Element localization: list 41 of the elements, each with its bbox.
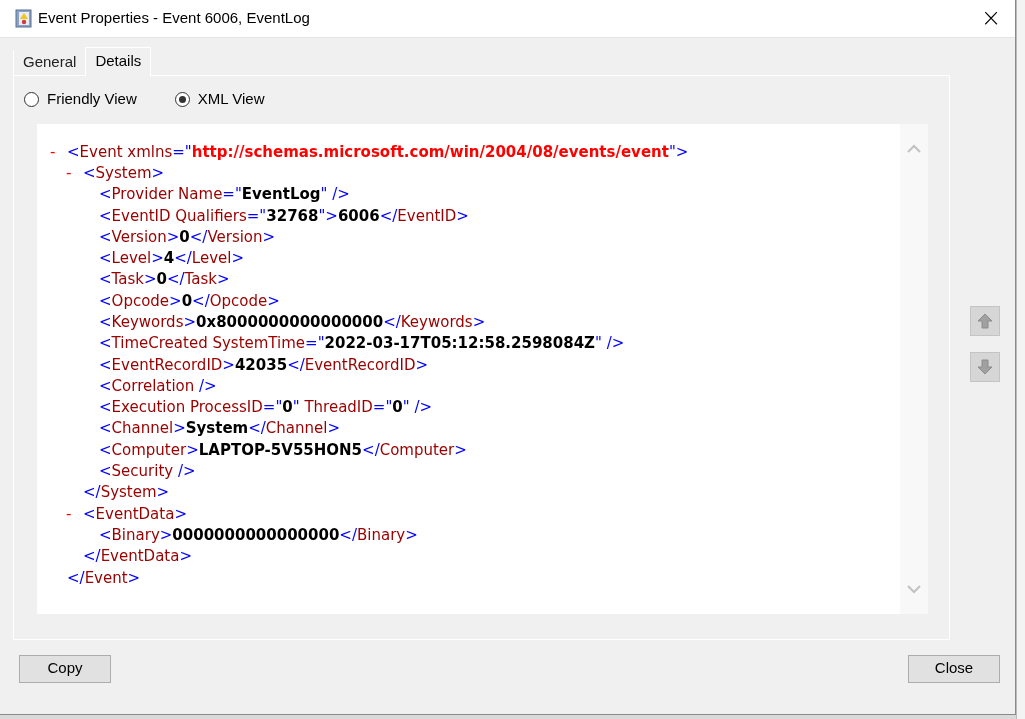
xml-line: <Keywords>0x8000000000000000</Keywords> (99, 312, 486, 333)
collapse-toggle[interactable]: - (66, 503, 83, 525)
xml-line: <Computer>LAPTOP-5V55HON5</Computer> (99, 439, 467, 461)
xml-line: <Correlation /> (99, 375, 217, 397)
xml-line: <Opcode>0</Opcode> (99, 290, 280, 312)
move-up-button[interactable] (970, 305, 1000, 336)
collapse-toggle[interactable]: - (50, 141, 67, 163)
xml-line: </System> (83, 482, 170, 504)
dialog-button[interactable]: Copy (19, 654, 111, 683)
xml-line: <Binary>0000000000000000</Binary> (99, 524, 418, 546)
xml-line: <Event xmlns="http://schemas.microsoft.com/win/2004/08/events/event"> (67, 141, 689, 163)
collapse-toggle[interactable]: - (66, 162, 83, 185)
dialog-button[interactable]: Close (908, 654, 1000, 683)
arrow-up-icon (977, 312, 993, 329)
tab[interactable]: Details (85, 46, 152, 76)
scrollbar[interactable] (900, 123, 928, 614)
radio-button[interactable] (24, 92, 39, 108)
chevron-up-icon[interactable] (907, 143, 921, 153)
xml-line: <Task>0</Task> (99, 269, 230, 291)
xml-line: <Execution ProcessID="0" ThreadID="0" /> (99, 397, 433, 419)
radio-label[interactable]: Friendly View (47, 88, 137, 111)
xml-line: <Version>0</Version> (99, 226, 276, 248)
event-log-icon (15, 8, 32, 28)
xml-line: <Provider Name="EventLog" /> (99, 184, 350, 206)
window-title: Event Properties - Event 6006, EventLog (38, 8, 310, 29)
xml-line: <EventRecordID>42035</EventRecordID> (99, 354, 429, 376)
xml-line: <TimeCreated SystemTime="2022-03-17T05:12:58.2598084Z" /> (99, 333, 625, 355)
xml-line: <Security /> (99, 461, 196, 483)
radio-button[interactable] (174, 92, 190, 108)
move-down-button[interactable] (970, 351, 1000, 382)
xml-line: <EventID Qualifiers="32768">6006</EventID> (99, 205, 469, 227)
xml-line: <System> (83, 162, 165, 184)
xml-line: </EventData> (83, 546, 192, 568)
radio-label[interactable]: XML View (197, 88, 265, 111)
xml-line: <Channel>System</Channel> (99, 418, 341, 440)
arrow-down-icon (977, 358, 993, 375)
xml-line: <Level>4</Level> (99, 248, 244, 270)
xml-line: <EventData> (83, 503, 187, 525)
xml-line: </Event> (67, 567, 141, 589)
chevron-down-icon[interactable] (907, 584, 921, 594)
close-button[interactable]: × (981, 6, 1001, 31)
